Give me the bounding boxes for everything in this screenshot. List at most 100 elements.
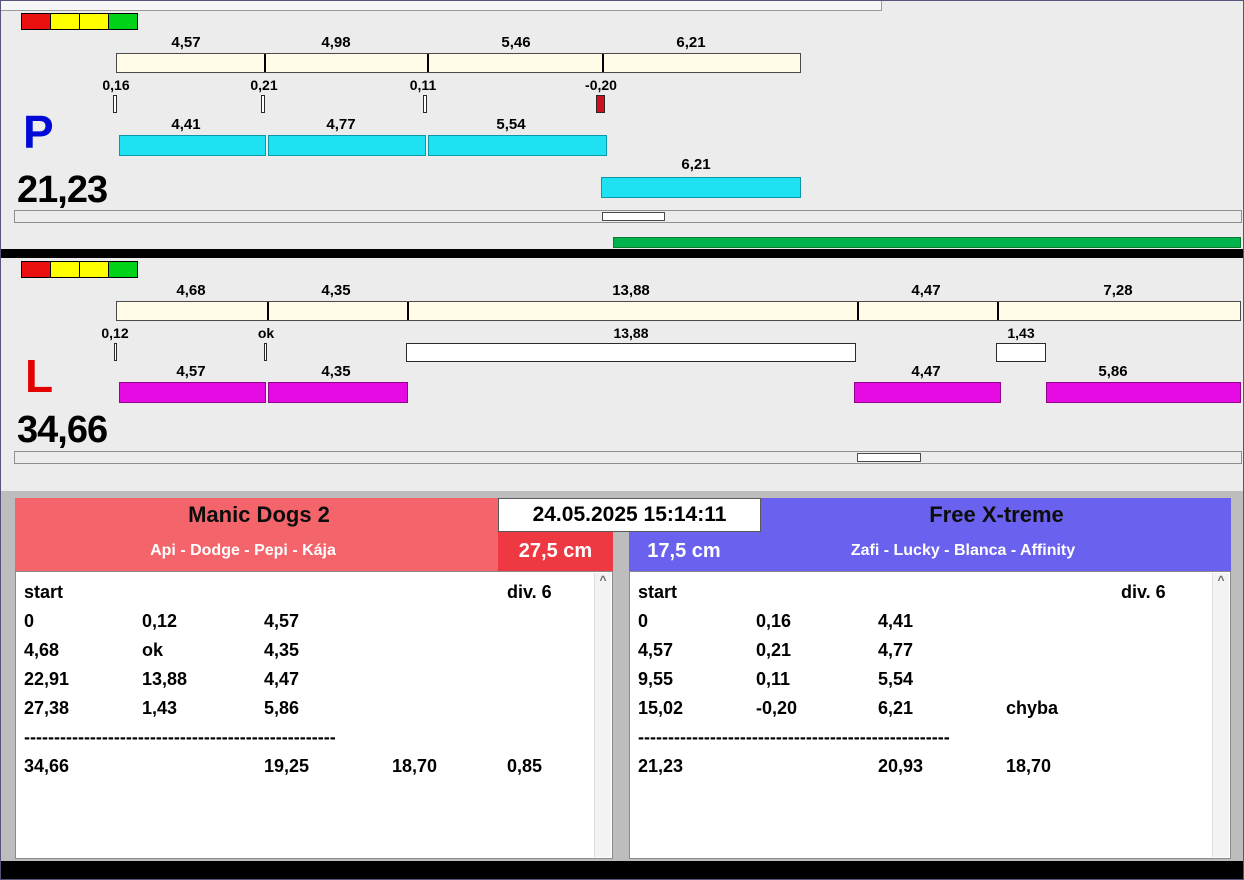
light-green-icon: [108, 13, 138, 30]
split-label: 6,21: [676, 34, 706, 51]
cell: 15,02: [638, 698, 684, 718]
run-label: 4,35: [321, 363, 351, 380]
cell: 0,16: [756, 611, 792, 631]
lane-l-position-marker: [857, 453, 921, 462]
lane-p-letter: P: [23, 106, 54, 158]
split-divider: [427, 54, 429, 72]
lane-p-progress-bar: [613, 237, 1241, 248]
light-green-icon: [108, 261, 138, 278]
cell: 1,43: [142, 698, 178, 718]
lane-l-letter: L: [25, 350, 54, 402]
cell: 0,12: [142, 611, 178, 631]
cell: 4,57: [264, 611, 300, 631]
cell: [392, 665, 507, 694]
light-red-icon: [21, 13, 51, 30]
run-label: 6,21: [681, 156, 711, 173]
cell: -0,20: [756, 698, 798, 718]
sum-value: 20,93: [878, 756, 924, 776]
cell: 4,68: [24, 640, 60, 660]
changeover-tick: [114, 343, 117, 361]
cell: [392, 607, 507, 636]
lane-p-panel: 4,57 4,98 5,46 6,21 0,16 0,21 0,11 -0,20…: [1, 11, 1243, 249]
split-label: 4,35: [321, 282, 351, 299]
cell: [392, 636, 507, 665]
run-bar: [428, 135, 607, 156]
cell: 27,38: [24, 698, 70, 718]
run-bar: [601, 177, 801, 198]
col-start-label: start: [24, 582, 64, 602]
light-yellow-icon: [79, 261, 109, 278]
cell: 9,55: [638, 669, 674, 689]
left-table-scrollbar[interactable]: ^: [594, 573, 611, 857]
lane-p-start-lights: [21, 13, 138, 30]
scroll-up-icon[interactable]: ^: [595, 573, 611, 589]
lane-l-panel: 4,68 4,35 13,88 4,47 7,28 0,12 ok 13,88 …: [1, 258, 1243, 491]
light-red-icon: [21, 261, 51, 278]
delta-label: 1,43: [1007, 325, 1035, 341]
cell: [392, 694, 507, 723]
table-row: 15,02 -0,20 6,21 chyba: [630, 694, 1230, 723]
table-row: 27,38 1,43 5,86: [16, 694, 612, 723]
gap-marker: [996, 343, 1046, 362]
split-divider: [997, 302, 999, 320]
delta-label: 13,88: [613, 325, 649, 341]
table-row: 22,91 13,88 4,47: [16, 665, 612, 694]
split-label: 5,46: [501, 34, 531, 51]
run-bar: [268, 135, 426, 156]
cell: 22,91: [24, 669, 70, 689]
right-team-dogs: Zafi - Lucky - Blanca - Affinity: [850, 542, 1076, 559]
run-label: 4,47: [911, 363, 941, 380]
changeover-tick: [113, 95, 117, 113]
lane-p-total-time: 21,23: [17, 169, 108, 211]
run-label: 4,41: [171, 116, 201, 133]
table-row: 0 0,12 4,57: [16, 607, 612, 636]
run-bar: [268, 382, 408, 403]
light-yellow-icon: [50, 261, 80, 278]
table-row: 9,55 0,11 5,54: [630, 665, 1230, 694]
split-label: 4,68: [176, 282, 206, 299]
delta-label: ok: [257, 325, 275, 341]
delta-label: -0,20: [585, 77, 617, 93]
cell: 0,21: [756, 640, 792, 660]
lane-p-split-bar: [116, 53, 801, 73]
fault-tick: [596, 95, 605, 113]
changeover-tick: [264, 343, 267, 361]
run-timestamp: 24.05.2025 15:14:11: [498, 498, 761, 532]
split-divider: [602, 54, 604, 72]
table-row: 0 0,16 4,41: [630, 607, 1230, 636]
cell: 6,21: [878, 698, 914, 718]
sum-value: 19,25: [264, 756, 310, 776]
cell: [1006, 607, 1121, 636]
run-bar: [119, 382, 266, 403]
light-yellow-icon: [79, 13, 109, 30]
lane-p-position-track: [14, 210, 1242, 223]
cell: 4,77: [878, 640, 914, 660]
delta-label: 0,16: [102, 77, 130, 93]
cell: 13,88: [142, 669, 188, 689]
table-row: 4,57 0,21 4,77: [630, 636, 1230, 665]
left-results-table: start div. 6 0 0,12 4,57 4,68 ok 4,35 22…: [15, 571, 613, 859]
cell: 4,35: [264, 640, 300, 660]
scroll-up-icon[interactable]: ^: [1213, 573, 1229, 589]
right-table-scrollbar[interactable]: ^: [1212, 573, 1229, 857]
left-team-dogs: Api - Dodge - Pepi - Kája: [150, 542, 336, 559]
lane-divider: [1, 249, 1243, 258]
table-totals-row: 34,66 19,25 18,70 0,85: [16, 752, 612, 781]
cell: 0,11: [756, 669, 791, 689]
lane-l-split-bar: [116, 301, 1241, 321]
lane-p-position-marker: [602, 212, 665, 221]
cell: 4,47: [264, 669, 300, 689]
right-team-jump-height: 17,5 cm: [647, 540, 721, 562]
run-label: 5,86: [1098, 363, 1128, 380]
scoreboard: Manic Dogs 2 Api - Dodge - Pepi - Kája 2…: [1, 491, 1243, 863]
sum-value: 18,70: [392, 756, 438, 776]
table-separator: ----------------------------------------…: [638, 727, 950, 747]
delta-label: 0,11: [409, 77, 437, 93]
menubar[interactable]: [1, 1, 882, 11]
right-results-table: start div. 6 0 0,16 4,41 4,57 0,21 4,77 …: [629, 571, 1231, 859]
delta-label: 0,21: [250, 77, 278, 93]
table-separator: ----------------------------------------…: [24, 727, 336, 747]
changeover-tick: [261, 95, 265, 113]
table-totals-row: 21,23 20,93 18,70: [630, 752, 1230, 781]
split-divider: [857, 302, 859, 320]
